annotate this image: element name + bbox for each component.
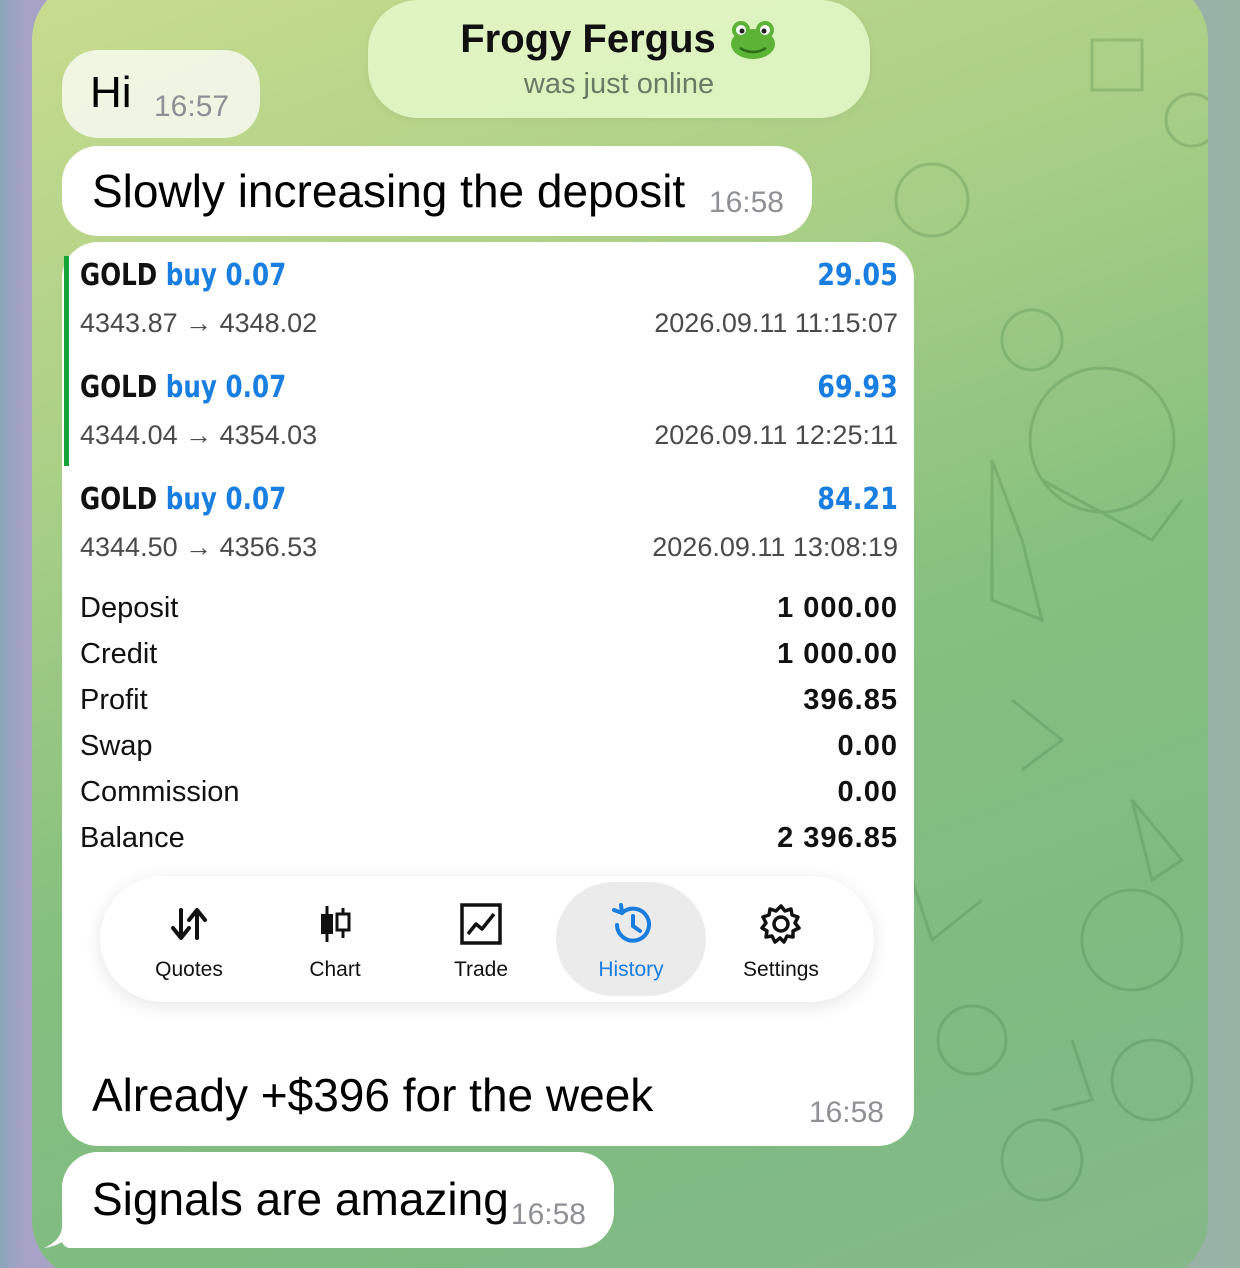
message-text: Already +$396 for the week	[92, 1069, 654, 1121]
nav-tab-chart[interactable]: Chart	[260, 882, 410, 996]
summary-label: Balance	[80, 822, 185, 854]
summary-label: Swap	[80, 730, 153, 762]
contact-status: was just online	[523, 68, 715, 100]
summary-label: Deposit	[80, 592, 179, 624]
summary-row-deposit: Deposit 1 000.00	[80, 592, 898, 638]
message-bubble-hi[interactable]: Hi 16:57	[62, 50, 260, 138]
message-time: 16:58	[808, 1096, 884, 1129]
trade-symbol: GOLD buy 0.07	[80, 370, 286, 405]
summary-row-credit: Credit 1 000.00	[80, 638, 898, 684]
trade-symbol: GOLD buy 0.07	[80, 482, 286, 517]
trade-profit: 29.05	[817, 258, 898, 293]
message-bubble-deposit[interactable]: Slowly increasing the deposit 16:58	[62, 146, 812, 236]
summary-value: 2 396.85	[777, 822, 898, 854]
trade-row: GOLD buy 0.07 84.21 4344.50 → 4356.53 20…	[62, 466, 914, 578]
candlestick-icon	[321, 906, 351, 942]
trade-date: 2026.09.11 12:25:11	[654, 420, 898, 450]
summary-value: 0.00	[837, 776, 898, 808]
trade-profit: 69.93	[817, 370, 898, 405]
summary-value: 0.00	[837, 730, 898, 762]
message-time: 16:58	[510, 1198, 586, 1231]
nav-label: Settings	[743, 958, 819, 981]
message-time: 16:58	[708, 186, 784, 219]
history-clock-icon	[612, 903, 651, 943]
trade-prices: 4344.50 → 4356.53	[80, 532, 318, 562]
summary-row-profit: Profit 396.85	[80, 684, 898, 730]
trade-symbol: GOLD buy 0.07	[80, 258, 286, 293]
trade-date: 2026.09.11 11:15:07	[654, 308, 898, 338]
contact-name-text: Frogy Fergus	[460, 17, 716, 61]
frog-emoji-icon	[730, 20, 775, 59]
symbol-text: GOLD	[80, 482, 158, 517]
nav-label: Trade	[453, 958, 509, 981]
message-bubble-signals[interactable]: Signals are amazing 16:58	[62, 1152, 614, 1248]
quotes-arrows-icon	[171, 908, 207, 940]
trade-date: 2026.09.11 13:08:19	[652, 532, 898, 562]
summary-label: Profit	[80, 684, 148, 716]
direction-text: buy 0.07	[165, 482, 287, 517]
nav-label: History	[598, 958, 664, 981]
trade-indicator-bar	[64, 354, 69, 466]
summary-value: 1 000.00	[777, 592, 898, 624]
trade-chart-icon	[460, 903, 502, 945]
bubble-tail	[44, 1226, 74, 1248]
summary-row-commission: Commission 0.00	[80, 776, 898, 822]
nav-label: Quotes	[155, 958, 223, 981]
nav-label: Chart	[309, 958, 361, 981]
trading-app-navbar: Quotes Chart Trade History Settings	[100, 876, 874, 1002]
symbol-text: GOLD	[80, 370, 158, 405]
message-text: Hi	[90, 68, 132, 117]
trade-profit: 84.21	[817, 482, 898, 517]
chat-header[interactable]: Frogy Fergus was just online	[368, 0, 870, 118]
summary-label: Commission	[80, 776, 240, 808]
message-text: Slowly increasing the deposit	[92, 165, 686, 217]
nav-tab-trade[interactable]: Trade	[406, 882, 556, 996]
nav-tab-settings[interactable]: Settings	[706, 882, 856, 996]
nav-tab-history[interactable]: History	[556, 882, 706, 996]
trade-row: GOLD buy 0.07 69.93 4344.04 → 4354.03 20…	[62, 354, 914, 466]
summary-row-swap: Swap 0.00	[80, 730, 898, 776]
trade-row: GOLD buy 0.07 29.05 4343.87 → 4348.02 20…	[62, 242, 914, 356]
direction-text: buy 0.07	[165, 258, 287, 293]
nav-tab-quotes[interactable]: Quotes	[114, 882, 264, 996]
message-time: 16:57	[154, 90, 230, 123]
summary-label: Credit	[80, 638, 158, 670]
gear-icon	[760, 904, 801, 944]
summary-value: 1 000.00	[777, 638, 898, 670]
summary-value: 396.85	[803, 684, 898, 716]
message-bubble-screenshot[interactable]: GOLD buy 0.07 29.05 4343.87 → 4348.02 20…	[62, 242, 914, 1146]
direction-text: buy 0.07	[165, 370, 287, 405]
trade-prices: 4344.04 → 4354.03	[80, 420, 318, 450]
summary-row-balance: Balance 2 396.85	[80, 822, 898, 868]
trade-indicator-bar	[64, 256, 69, 356]
trade-prices: 4343.87 → 4348.02	[80, 308, 318, 338]
symbol-text: GOLD	[80, 258, 158, 293]
message-text: Signals are amazing	[92, 1173, 509, 1225]
contact-name: Frogy Fergus	[460, 17, 778, 62]
